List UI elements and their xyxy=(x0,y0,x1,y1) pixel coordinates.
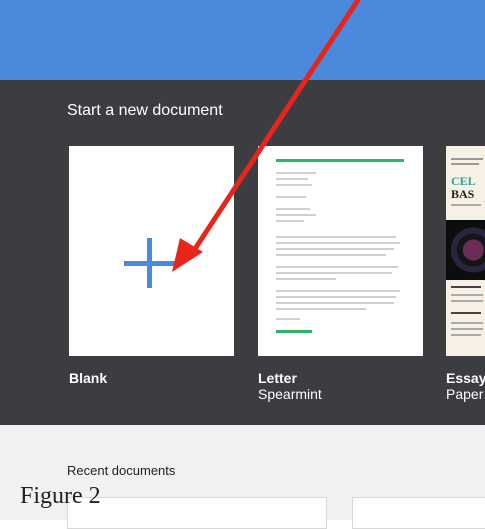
letter-text-line xyxy=(276,220,304,222)
plus-icon-stroke xyxy=(147,238,152,288)
essay-text-line xyxy=(451,322,483,324)
letter-text-line xyxy=(276,248,394,250)
template-blank[interactable] xyxy=(69,146,234,356)
figure-caption: Figure 2 xyxy=(20,483,101,509)
essay-text-line xyxy=(451,300,483,302)
letter-text-line xyxy=(276,242,400,244)
essay-text-line xyxy=(451,294,483,296)
letter-signature-line xyxy=(276,330,312,333)
essay-heading-2: BAS xyxy=(451,187,475,201)
essay-text-line xyxy=(451,312,481,314)
letter-text-line xyxy=(276,302,394,304)
letter-text-line xyxy=(276,272,392,274)
template-gallery: Start a new document Blank Letter Spearm… xyxy=(0,80,485,425)
recent-document-card[interactable] xyxy=(352,497,485,529)
letter-text-line xyxy=(276,208,310,210)
letter-accent-line xyxy=(276,159,404,162)
recent-document-card[interactable] xyxy=(67,497,327,529)
letter-text-line xyxy=(276,196,306,198)
template-name-blank: Blank xyxy=(69,370,108,386)
letter-text-line xyxy=(276,318,300,320)
recent-documents-title: Recent documents xyxy=(67,463,176,478)
template-subtitle-essay: Paper xyxy=(446,386,484,402)
app-header-bar xyxy=(0,0,485,80)
letter-text-line xyxy=(276,184,312,186)
letter-text-line xyxy=(276,214,316,216)
letter-text-line xyxy=(276,236,396,238)
template-essay-paper[interactable]: CEL BAS xyxy=(446,146,485,356)
essay-text-line xyxy=(451,286,481,288)
essay-text-line xyxy=(451,163,479,165)
letter-text-line xyxy=(276,278,336,280)
template-name-letter: Letter xyxy=(258,370,297,386)
letter-text-line xyxy=(276,296,396,298)
essay-text-line xyxy=(451,328,483,330)
essay-text-line xyxy=(451,204,481,206)
letter-text-line xyxy=(276,266,398,268)
template-letter-spearmint[interactable] xyxy=(258,146,423,356)
essay-text-line xyxy=(451,158,483,160)
letter-text-line xyxy=(276,290,400,292)
essay-image xyxy=(446,220,485,280)
letter-text-line xyxy=(276,308,366,310)
essay-text-line xyxy=(451,334,481,336)
letter-text-line xyxy=(276,172,316,174)
template-name-essay: Essay xyxy=(446,370,485,386)
gallery-title: Start a new document xyxy=(67,102,223,119)
letter-text-line xyxy=(276,254,386,256)
template-subtitle-letter: Spearmint xyxy=(258,386,322,402)
letter-text-line xyxy=(276,178,308,180)
